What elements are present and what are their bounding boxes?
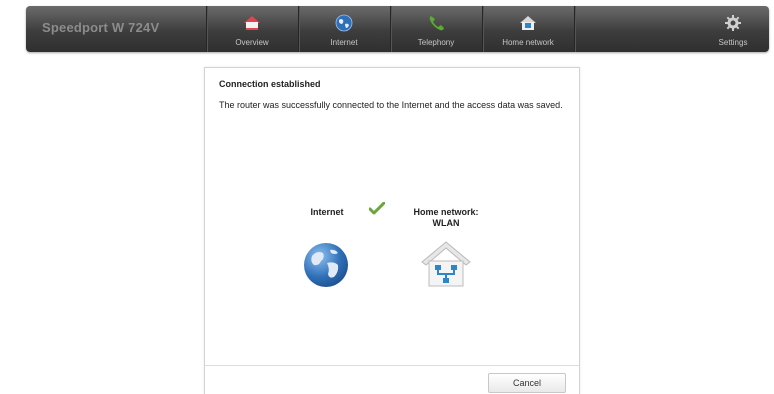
globe-icon — [302, 241, 350, 294]
nav-home-network-label: Home network — [502, 38, 554, 47]
globe-icon — [299, 12, 389, 34]
checkmark-icon — [368, 201, 386, 221]
nav-internet-label: Internet — [330, 38, 358, 47]
nav-telephony-label: Telephony — [417, 38, 455, 47]
internet-label: Internet — [310, 207, 344, 217]
dialog-footer-divider — [205, 365, 579, 366]
nav-internet[interactable]: Internet — [299, 6, 389, 52]
home-network-icon — [419, 238, 473, 295]
connection-dialog: Connection established The router was su… — [204, 67, 580, 394]
dialog-message: The router was successfully connected to… — [219, 100, 563, 110]
nav-overview-label: Overview — [235, 38, 269, 47]
nav-telephony[interactable]: Telephony — [391, 6, 481, 52]
nav-settings-label: Settings — [718, 38, 748, 47]
nav-settings[interactable]: Settings — [704, 6, 762, 52]
house-icon — [207, 12, 297, 34]
home-network-label-line2: WLAN — [432, 218, 460, 228]
cancel-button[interactable]: Cancel — [488, 373, 566, 393]
home-network-label-line1: Home network: — [413, 207, 479, 217]
home-network-label: Home network: WLAN — [407, 207, 485, 229]
nav-separator — [574, 6, 575, 52]
nav-overview[interactable]: Overview — [207, 6, 297, 52]
nav-home-network[interactable]: Home network — [483, 6, 573, 52]
home-network-icon — [483, 12, 573, 34]
top-navigation-bar: Speedport W 724V Overview Internet Telep… — [26, 6, 769, 52]
brand-title: Speedport W 724V — [42, 20, 160, 35]
gear-icon — [704, 12, 762, 34]
phone-icon — [391, 12, 481, 34]
dialog-title: Connection established — [219, 79, 321, 89]
